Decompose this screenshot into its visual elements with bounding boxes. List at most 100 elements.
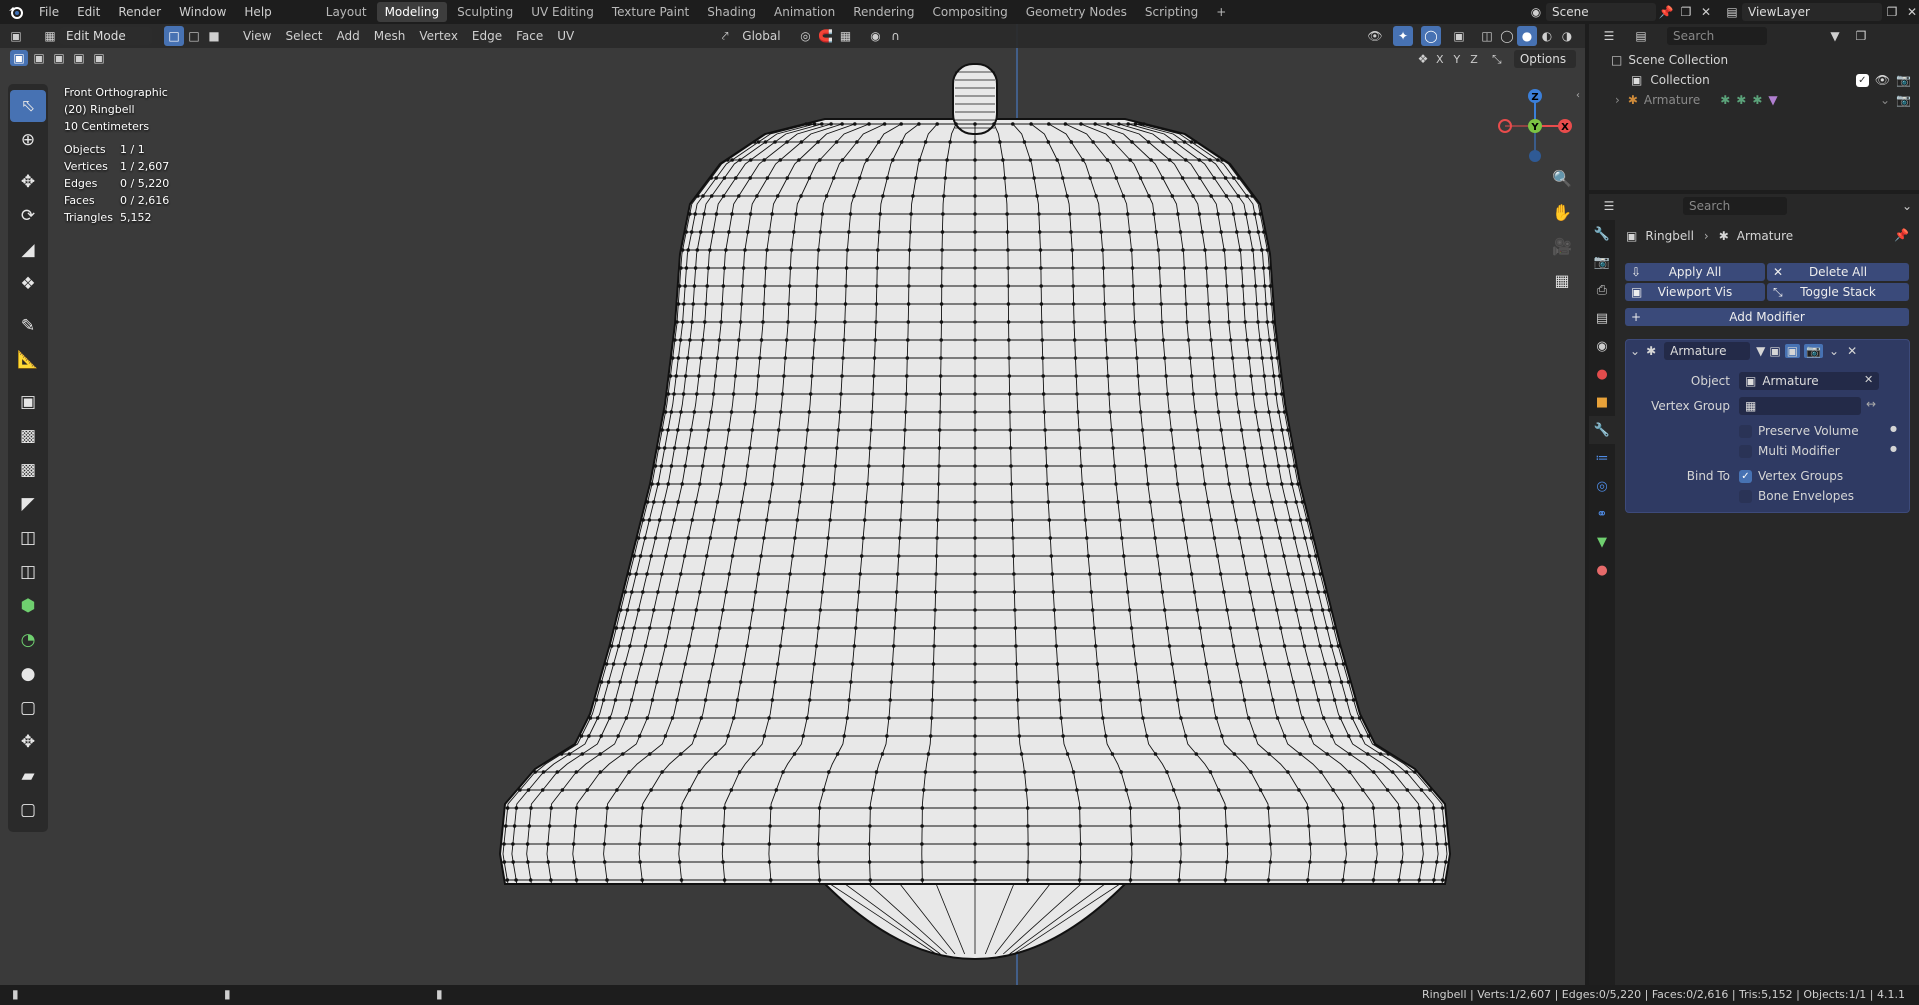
menu-help[interactable]: Help xyxy=(235,0,280,24)
vertex-group-field[interactable]: ▦ xyxy=(1739,397,1861,415)
mirror-z-toggle[interactable]: Z xyxy=(1470,53,1478,66)
tab-rendering[interactable]: Rendering xyxy=(845,2,922,22)
viewport-menu-uv[interactable]: UV xyxy=(550,26,581,46)
edge-select-icon[interactable]: □ xyxy=(184,26,204,46)
clear-object-icon[interactable]: ✕ xyxy=(1864,373,1873,386)
object-tab-icon[interactable]: ■ xyxy=(1589,388,1615,416)
scene-tab-icon[interactable]: ◉ xyxy=(1589,332,1615,360)
mirror-y-toggle[interactable]: Y xyxy=(1454,53,1461,66)
modifier-name-input[interactable]: Armature xyxy=(1664,342,1751,360)
data-tab-icon[interactable]: ▼ xyxy=(1589,528,1615,556)
loop-cut-tool-icon[interactable]: ◫ xyxy=(10,522,46,554)
select-extend-icon[interactable]: ▣ xyxy=(30,50,48,66)
armature-render-icon[interactable]: 📷 xyxy=(1896,93,1911,107)
editor-type-icon[interactable]: ▣ xyxy=(6,26,26,46)
orientation-select[interactable]: Global xyxy=(735,26,787,46)
visibility-icon[interactable]: 👁 xyxy=(1365,26,1385,46)
preserve-volume-keyframe-icon[interactable]: ● xyxy=(1890,424,1897,433)
blender-logo-icon[interactable] xyxy=(6,2,26,22)
snap-icon[interactable]: 🧲 xyxy=(816,26,836,46)
tab-geometry-nodes[interactable]: Geometry Nodes xyxy=(1018,2,1135,22)
scene-icon[interactable]: ◉ xyxy=(1526,2,1546,22)
snap-target-icon[interactable]: ▦ xyxy=(836,26,856,46)
spin-tool-icon[interactable]: ◔ xyxy=(10,624,46,656)
rip-tool-icon[interactable]: ▢ xyxy=(10,794,46,826)
cursor-tool-icon[interactable]: ⊕ xyxy=(10,124,46,156)
face-select-icon[interactable]: ■ xyxy=(204,26,224,46)
preserve-volume-checkbox[interactable]: Preserve Volume xyxy=(1739,421,1859,441)
outliner-editor-icon[interactable]: ☰ xyxy=(1599,26,1619,46)
render-tab-icon[interactable]: 📷 xyxy=(1589,248,1615,276)
measure-tool-icon[interactable]: 📐 xyxy=(10,344,46,376)
material-shading-icon[interactable]: ◐ xyxy=(1537,26,1557,46)
smooth-tool-icon[interactable]: ● xyxy=(10,658,46,690)
move-tool-icon[interactable]: ✥ xyxy=(10,166,46,198)
menu-render[interactable]: Render xyxy=(109,0,170,24)
properties-editor-icon[interactable]: ☰ xyxy=(1599,196,1619,216)
expand-chevron-icon[interactable]: › xyxy=(1615,93,1620,107)
collection-row[interactable]: ▣ Collection ✓ 👁 📷 xyxy=(1631,70,1911,90)
filter-icon[interactable]: ▼ xyxy=(1825,26,1845,46)
object-field[interactable]: ▣ Armature xyxy=(1739,372,1879,390)
mode-icon[interactable]: ▦ xyxy=(40,26,60,46)
mirror-icon[interactable]: ❖ xyxy=(1414,50,1432,68)
camera-view-icon[interactable]: 🎥 xyxy=(1548,232,1576,260)
auto-merge-icon[interactable]: ⤡ xyxy=(1488,50,1506,68)
viewport-menu-select[interactable]: Select xyxy=(278,26,329,46)
armature-row[interactable]: › ✱ Armature ✱ ✱ ✱ ▼ ⌄ 📷 xyxy=(1615,90,1911,110)
select-subtract-icon[interactable]: ▣ xyxy=(50,50,68,66)
viewport-menu-view[interactable]: View xyxy=(236,26,278,46)
view-layer-tab-icon[interactable]: ▤ xyxy=(1589,304,1615,332)
collection-visibility-icon[interactable]: 👁 xyxy=(1875,73,1890,87)
scale-tool-icon[interactable]: ◢ xyxy=(10,234,46,266)
new-collection-icon[interactable]: ❐ xyxy=(1851,26,1871,46)
viewport-menu-mesh[interactable]: Mesh xyxy=(367,26,413,46)
edit-mode-toggle-icon[interactable]: ▼ xyxy=(1756,344,1765,358)
new-scene-icon[interactable]: ❐ xyxy=(1676,2,1696,22)
display-mode-icon[interactable]: ▤ xyxy=(1631,26,1651,46)
annotate-tool-icon[interactable]: ✎ xyxy=(10,310,46,342)
properties-options-icon[interactable]: ⌄ xyxy=(1897,196,1917,216)
viewport-menu-edge[interactable]: Edge xyxy=(465,26,509,46)
invert-vertex-group-icon[interactable]: ↔ xyxy=(1866,397,1876,411)
close-view-layer-icon[interactable]: ✕ xyxy=(1902,2,1919,22)
solid-shading-icon[interactable]: ● xyxy=(1517,26,1537,46)
rendered-shading-icon[interactable]: ◑ xyxy=(1557,26,1577,46)
modifier-menu-icon[interactable]: ⌄ xyxy=(1829,344,1839,358)
mode-select[interactable]: Edit Mode xyxy=(60,27,152,45)
vertex-select-icon[interactable]: □ xyxy=(164,26,184,46)
shear-tool-icon[interactable]: ▰ xyxy=(10,760,46,792)
properties-search-input[interactable]: Search xyxy=(1683,197,1787,215)
add-modifier-button[interactable]: + Add Modifier xyxy=(1625,308,1909,326)
tab-uv-editing[interactable]: UV Editing xyxy=(523,2,602,22)
bone-envelopes-box[interactable] xyxy=(1739,489,1752,503)
perspective-grid-icon[interactable]: ▦ xyxy=(1548,266,1576,294)
new-view-layer-icon[interactable]: ❐ xyxy=(1882,2,1902,22)
poly-build-tool-icon[interactable]: ⬢ xyxy=(10,590,46,622)
sidebar-toggle-icon[interactable]: ‹ xyxy=(1576,90,1580,101)
menu-window[interactable]: Window xyxy=(170,0,235,24)
knife-tool-icon[interactable]: ◫ xyxy=(10,556,46,588)
inset-tool-icon[interactable]: ▩ xyxy=(10,454,46,486)
armature-visibility-icon[interactable]: ⌄ xyxy=(1880,93,1890,107)
mesh-overlay-icon[interactable]: ▣ xyxy=(1449,26,1469,46)
toggle-stack-button[interactable]: ⤡ Toggle Stack xyxy=(1767,283,1909,301)
bevel-tool-icon[interactable]: ◤ xyxy=(10,488,46,520)
xray-icon[interactable]: ◫ xyxy=(1477,26,1497,46)
tool-tab-icon[interactable]: 🔧 xyxy=(1589,220,1615,248)
bone-envelopes-checkbox[interactable]: Bone Envelopes xyxy=(1739,486,1854,506)
3d-viewport[interactable]: ▣ ▦ Edit Mode □ □ ■ View Select Add Mesh… xyxy=(0,24,1585,985)
viewport-menu-face[interactable]: Face xyxy=(509,26,550,46)
menu-edit[interactable]: Edit xyxy=(68,0,109,24)
multi-modifier-box[interactable] xyxy=(1739,444,1752,458)
particles-tab-icon[interactable]: ≔ xyxy=(1589,444,1615,472)
viewport-vis-button[interactable]: ▣ Viewport Vis xyxy=(1625,283,1765,301)
extrude-tool-icon[interactable]: ▩ xyxy=(10,420,46,452)
transform-tool-icon[interactable]: ❖ xyxy=(10,268,46,300)
options-dropdown[interactable]: Options xyxy=(1513,50,1576,68)
tab-texture-paint[interactable]: Texture Paint xyxy=(604,2,697,22)
modifier-tab-icon[interactable]: 🔧 xyxy=(1589,416,1615,444)
tab-animation[interactable]: Animation xyxy=(766,2,843,22)
select-intersect-icon[interactable]: ▣ xyxy=(90,50,108,66)
wireframe-shading-icon[interactable]: ◯ xyxy=(1497,26,1517,46)
